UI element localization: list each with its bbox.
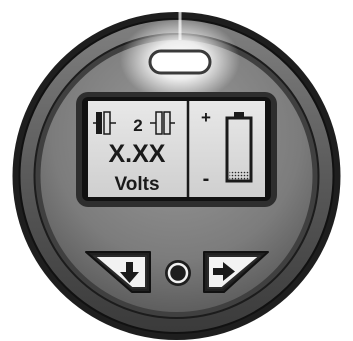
minus-sign: - (203, 168, 210, 190)
meter-device: 2 X.XX Volts + - (12, 5, 341, 340)
voltage-value: X.XX (109, 140, 166, 168)
battery-fill-level (229, 170, 249, 180)
lcd-display: 2 X.XX Volts + - (88, 101, 265, 197)
voltage-unit: Volts (114, 174, 159, 195)
plus-sign: + (201, 108, 211, 127)
indicator-light (148, 49, 212, 75)
battery-number: 2 (133, 116, 142, 135)
center-ring-button[interactable] (165, 260, 191, 286)
